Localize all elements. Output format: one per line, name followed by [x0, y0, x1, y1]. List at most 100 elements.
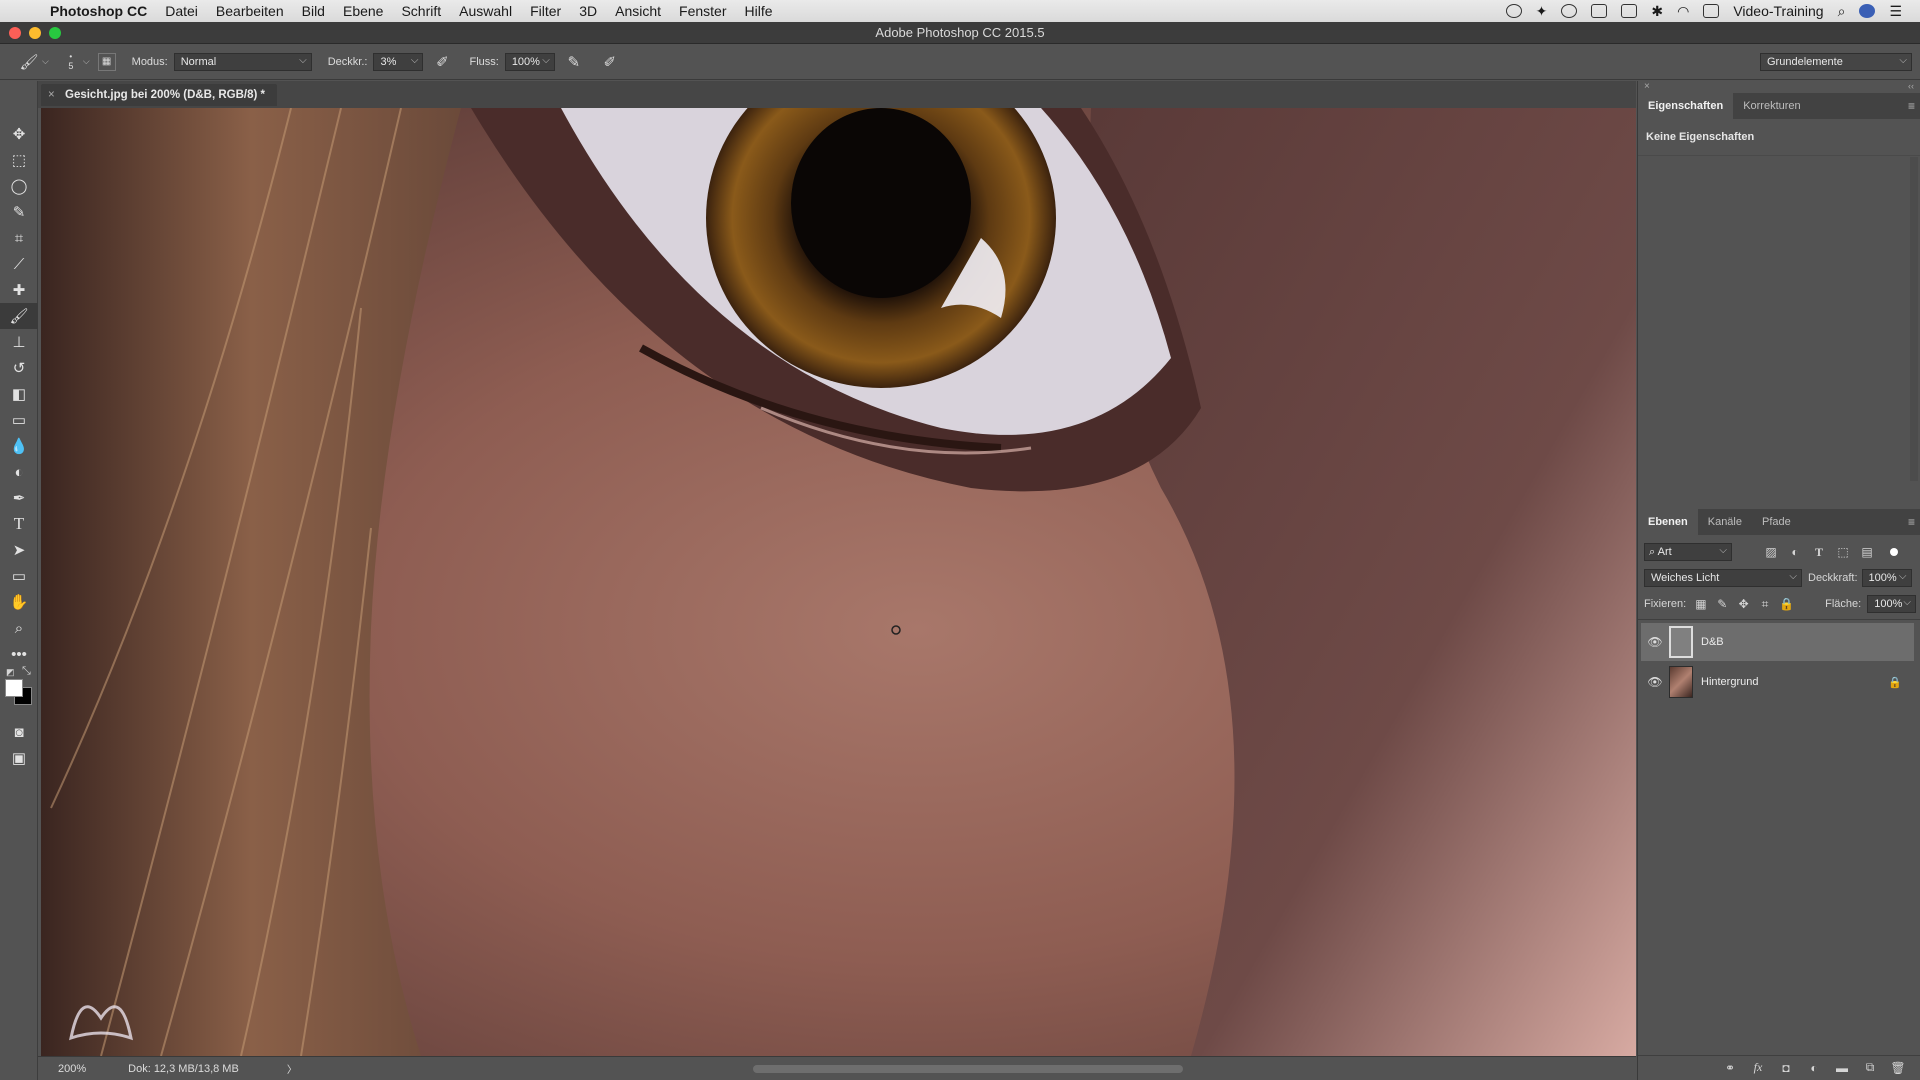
zoom-level[interactable]: 200%: [58, 1063, 86, 1075]
brush-tool-preset-icon[interactable]: 🖌: [18, 51, 40, 73]
airbrush-icon[interactable]: ✎: [563, 51, 585, 73]
display-icon[interactable]: [1591, 4, 1608, 18]
filter-shape-icon[interactable]: ⬚: [1834, 544, 1852, 560]
lock-transparent-pixels-icon[interactable]: ▦: [1692, 596, 1709, 612]
record-icon[interactable]: [1505, 4, 1522, 18]
tab-pfade[interactable]: Pfade: [1752, 509, 1801, 535]
dropbox-icon[interactable]: ✦: [1536, 3, 1548, 20]
crop-tool-icon[interactable]: ⌗: [0, 225, 38, 251]
eraser-tool-icon[interactable]: ◧: [0, 381, 38, 407]
menu-schrift[interactable]: Schrift: [392, 3, 450, 19]
layer-visibility-eye-icon[interactable]: 👁: [1641, 635, 1669, 649]
wifi-icon[interactable]: ◠: [1677, 3, 1689, 20]
zoom-window-button[interactable]: [49, 27, 61, 39]
foreground-color-swatch[interactable]: [5, 679, 23, 697]
layer-visibility-eye-icon[interactable]: 👁: [1641, 675, 1669, 689]
marquee-tool-icon[interactable]: ⬚: [0, 147, 38, 173]
menu-user[interactable]: Video-Training: [1733, 3, 1823, 19]
menu-3d[interactable]: 3D: [570, 3, 606, 19]
brush-tool-icon[interactable]: 🖌: [0, 303, 38, 329]
lock-artboard-icon[interactable]: ⌗: [1756, 596, 1773, 612]
zoom-tool-icon[interactable]: ⌕: [0, 615, 38, 641]
mode-dropdown[interactable]: Normal: [173, 52, 312, 71]
add-mask-icon[interactable]: ◘: [1777, 1060, 1795, 1076]
healing-brush-tool-icon[interactable]: ✚: [0, 277, 38, 303]
blend-mode-dropdown[interactable]: Weiches Licht: [1644, 569, 1802, 587]
lock-all-icon[interactable]: 🔒: [1778, 596, 1795, 612]
notification-center-icon[interactable]: ☰: [1889, 3, 1902, 20]
filter-pixel-icon[interactable]: ▨: [1762, 544, 1780, 560]
close-panel-icon[interactable]: ×: [1644, 81, 1650, 92]
delete-layer-icon[interactable]: 🗑: [1889, 1060, 1907, 1076]
tab-ebenen[interactable]: Ebenen: [1638, 509, 1698, 535]
quick-selection-tool-icon[interactable]: ✎: [0, 199, 38, 225]
properties-menu-icon[interactable]: ≡: [1908, 99, 1915, 113]
properties-scrollbar[interactable]: [1910, 157, 1918, 481]
layer-name[interactable]: Hintergrund: [1701, 676, 1758, 688]
more-tools-icon[interactable]: •••: [0, 641, 38, 667]
gradient-tool-icon[interactable]: ▭: [0, 407, 38, 433]
status-menu-arrow-icon[interactable]: 〉: [287, 1061, 297, 1076]
tab-eigenschaften[interactable]: Eigenschaften: [1638, 93, 1734, 119]
workspace-dropdown[interactable]: Grundelemente: [1760, 52, 1912, 71]
lock-image-pixels-icon[interactable]: ✎: [1714, 596, 1731, 612]
new-adjustment-layer-icon[interactable]: ◐: [1805, 1060, 1823, 1076]
history-brush-tool-icon[interactable]: ↺: [0, 355, 38, 381]
fill-field[interactable]: 100%: [1867, 595, 1916, 613]
layer-row-db[interactable]: 👁 D&B: [1641, 623, 1914, 661]
brush-size-picker[interactable]: • 5: [63, 52, 79, 71]
link-layers-icon[interactable]: ⚭: [1721, 1060, 1739, 1076]
airplay-icon[interactable]: [1703, 4, 1720, 18]
spotlight-search-icon[interactable]: ⌕: [1838, 3, 1846, 20]
rectangle-tool-icon[interactable]: ▭: [0, 563, 38, 589]
lasso-tool-icon[interactable]: ◯: [0, 173, 38, 199]
filter-smart-object-icon[interactable]: ▤: [1858, 544, 1876, 560]
menu-ebene[interactable]: Ebene: [334, 3, 392, 19]
minimize-window-button[interactable]: [29, 27, 41, 39]
brush-panel-toggle-icon[interactable]: ▦: [97, 52, 116, 71]
menu-ansicht[interactable]: Ansicht: [606, 3, 670, 19]
move-tool-icon[interactable]: ✥: [0, 121, 38, 147]
layer-filter-kind-dropdown[interactable]: ⌕ Art: [1644, 543, 1732, 561]
opacity-field[interactable]: 3%: [373, 52, 424, 71]
siri-icon[interactable]: [1859, 4, 1876, 18]
skype-icon[interactable]: [1621, 4, 1638, 18]
menu-datei[interactable]: Datei: [156, 3, 207, 19]
close-document-icon[interactable]: ×: [48, 84, 55, 106]
blur-tool-icon[interactable]: 💧: [0, 433, 38, 459]
preset-dropdown-arrow-icon[interactable]: ⌵: [42, 56, 49, 67]
tab-korrekturen[interactable]: Korrekturen: [1733, 93, 1810, 119]
menu-bild[interactable]: Bild: [293, 3, 334, 19]
lock-position-icon[interactable]: ✥: [1735, 596, 1752, 612]
menu-auswahl[interactable]: Auswahl: [450, 3, 521, 19]
bluetooth-icon[interactable]: ✱: [1651, 3, 1663, 20]
layer-style-fx-icon[interactable]: fx: [1749, 1060, 1767, 1076]
path-selection-tool-icon[interactable]: ➤: [0, 537, 38, 563]
menu-app-name[interactable]: Photoshop CC: [38, 3, 156, 19]
menu-bearbeiten[interactable]: Bearbeiten: [207, 3, 293, 19]
close-window-button[interactable]: [9, 27, 21, 39]
pressure-opacity-icon[interactable]: ✐: [431, 51, 453, 73]
quick-mask-icon[interactable]: ◙: [0, 719, 38, 745]
collapse-panel-icon[interactable]: ‹‹: [1908, 81, 1914, 91]
creative-cloud-icon[interactable]: [1561, 4, 1578, 18]
dodge-tool-icon[interactable]: ◐: [0, 459, 38, 485]
type-tool-icon[interactable]: T: [0, 511, 38, 537]
filter-adjustment-icon[interactable]: ◐: [1786, 544, 1804, 560]
brush-picker-arrow-icon[interactable]: ⌵: [83, 56, 90, 67]
horizontal-scrollbar[interactable]: [753, 1065, 1183, 1073]
filter-type-icon[interactable]: T: [1810, 544, 1828, 560]
hand-tool-icon[interactable]: ✋: [0, 589, 38, 615]
layer-name[interactable]: D&B: [1701, 636, 1724, 648]
clone-stamp-tool-icon[interactable]: ⊥: [0, 329, 38, 355]
default-colors-icon[interactable]: ◩: [6, 667, 15, 678]
layer-row-hintergrund[interactable]: 👁 Hintergrund 🔒: [1641, 663, 1914, 701]
filter-toggle-icon[interactable]: [1890, 548, 1898, 556]
flow-field[interactable]: 100%: [504, 52, 555, 71]
eyedropper-tool-icon[interactable]: ⟋: [0, 251, 38, 277]
new-group-icon[interactable]: ▬: [1833, 1060, 1851, 1076]
new-layer-icon[interactable]: ⧉: [1861, 1060, 1879, 1076]
layers-menu-icon[interactable]: ≡: [1908, 515, 1915, 529]
pen-tool-icon[interactable]: ✒: [0, 485, 38, 511]
layer-opacity-field[interactable]: 100%: [1861, 569, 1912, 587]
